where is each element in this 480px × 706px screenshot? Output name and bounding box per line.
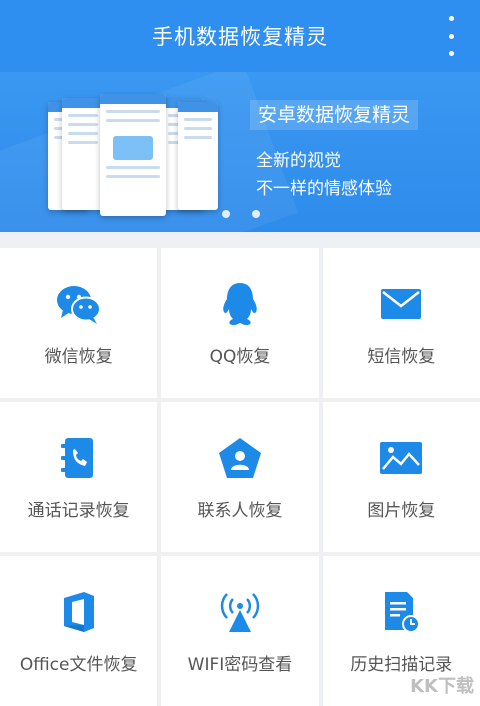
promo-banner[interactable]: 安卓数据恢复精灵 全新的视觉 不一样的情感体验 <box>0 72 480 232</box>
feature-label: 历史扫描记录 <box>350 654 453 675</box>
app-title: 手机数据恢复精灵 <box>152 25 328 49</box>
banner-tag: 安卓数据恢复精灵 <box>250 100 419 130</box>
feature-grid: 微信恢复 QQ恢复 短信恢复 通话记录恢复 联系人恢复 图片恢复 Office文… <box>0 248 480 706</box>
banner-line-1: 全新的视觉 <box>256 151 341 171</box>
feature-label: 图片恢复 <box>367 500 436 521</box>
feature-label: WIFI密码查看 <box>187 654 293 675</box>
pager-dot-active[interactable] <box>252 210 260 218</box>
feature-sms-recovery[interactable]: 短信恢复 <box>322 248 480 398</box>
feature-contacts-recovery[interactable]: 联系人恢复 <box>161 402 319 552</box>
phones-illustration <box>48 94 218 219</box>
feature-qq-recovery[interactable]: QQ恢复 <box>161 248 319 398</box>
feature-image-recovery[interactable]: 图片恢复 <box>322 402 480 552</box>
banner-pager[interactable] <box>222 210 260 218</box>
feature-wechat-recovery[interactable]: 微信恢复 <box>0 248 158 398</box>
call-log-icon <box>55 434 103 482</box>
feature-label: 短信恢复 <box>367 346 436 367</box>
feature-label: 微信恢复 <box>44 346 113 367</box>
feature-call-log-recovery[interactable]: 通话记录恢复 <box>0 402 158 552</box>
feature-label: 通话记录恢复 <box>27 500 130 521</box>
feature-office-recovery[interactable]: Office文件恢复 <box>0 556 158 706</box>
feature-label: Office文件恢复 <box>19 654 138 675</box>
image-icon <box>377 434 425 482</box>
feature-wifi-password[interactable]: WIFI密码查看 <box>161 556 319 706</box>
feature-label: QQ恢复 <box>209 346 271 367</box>
pager-dot[interactable] <box>222 210 230 218</box>
wechat-icon <box>55 280 103 328</box>
history-document-icon <box>377 588 425 636</box>
watermark: KK下载 <box>410 676 474 697</box>
banner-line-2: 不一样的情感体验 <box>256 179 392 199</box>
qq-penguin-icon <box>216 280 264 328</box>
more-vertical-icon[interactable] <box>444 16 458 56</box>
envelope-icon <box>377 280 425 328</box>
feature-label: 联系人恢复 <box>197 500 283 521</box>
wifi-signal-icon <box>216 588 264 636</box>
app-bar: 手机数据恢复精灵 <box>0 0 480 72</box>
office-icon <box>55 588 103 636</box>
contact-pentagon-icon <box>216 434 264 482</box>
